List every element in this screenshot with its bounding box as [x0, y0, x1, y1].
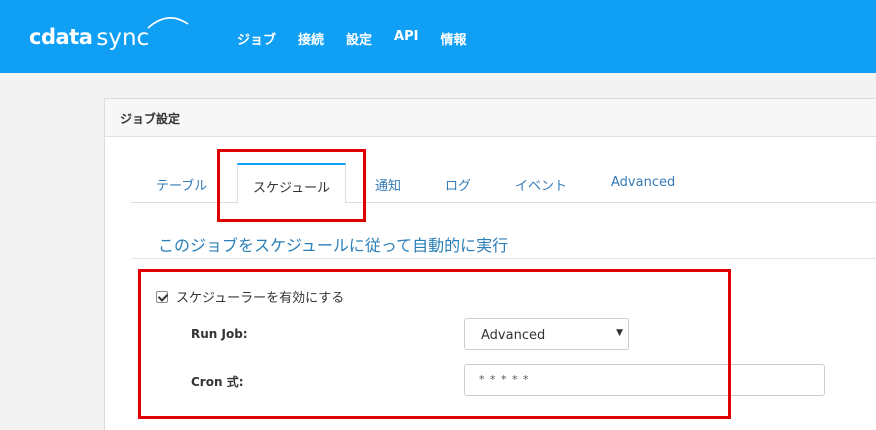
- nav-item-jobs[interactable]: ジョブ: [237, 29, 276, 48]
- logo-sync-text: sync: [96, 25, 150, 51]
- run-job-selected-value: Advanced: [481, 328, 546, 343]
- tab-advanced[interactable]: Advanced: [611, 163, 675, 203]
- nav-item-connections[interactable]: 接続: [298, 29, 324, 48]
- cron-expression-input[interactable]: * * * * *: [464, 364, 825, 396]
- tab-schedule[interactable]: スケジュール: [237, 163, 347, 204]
- panel-title: ジョブ設定: [105, 99, 876, 137]
- main-nav: ジョブ 接続 設定 API 情報: [237, 29, 489, 48]
- section-divider: [131, 258, 876, 259]
- tab-events[interactable]: イベント: [515, 163, 567, 203]
- tab-logs[interactable]: ログ: [445, 163, 471, 203]
- tab-tables[interactable]: テーブル: [156, 163, 207, 203]
- nav-item-settings[interactable]: 設定: [346, 29, 372, 48]
- run-job-label: Run Job:: [191, 327, 248, 341]
- caret-down-icon: ▼: [616, 328, 623, 338]
- nav-item-api[interactable]: API: [394, 29, 418, 48]
- job-settings-tabs: テーブル スケジュール 通知 ログ イベント Advanced: [131, 163, 876, 204]
- cdata-sync-logo[interactable]: cdata sync: [29, 17, 189, 54]
- schedule-heading: このジョブをスケジュールに従って自動的に実行: [158, 236, 509, 255]
- logo-swoosh-icon: [147, 17, 189, 29]
- enable-scheduler-row: スケジューラーを有効にする: [156, 287, 344, 306]
- nav-item-info[interactable]: 情報: [440, 29, 466, 48]
- enable-scheduler-label[interactable]: スケジューラーを有効にする: [176, 287, 344, 306]
- top-navbar: cdata sync ジョブ 接続 設定 API 情報: [0, 0, 876, 73]
- cron-label: Cron 式:: [191, 375, 244, 389]
- logo-cdata-text: cdata: [29, 25, 93, 49]
- tab-notifications[interactable]: 通知: [375, 163, 401, 203]
- run-job-select[interactable]: Advanced ▼: [464, 318, 629, 350]
- enable-scheduler-checkbox[interactable]: [156, 290, 168, 303]
